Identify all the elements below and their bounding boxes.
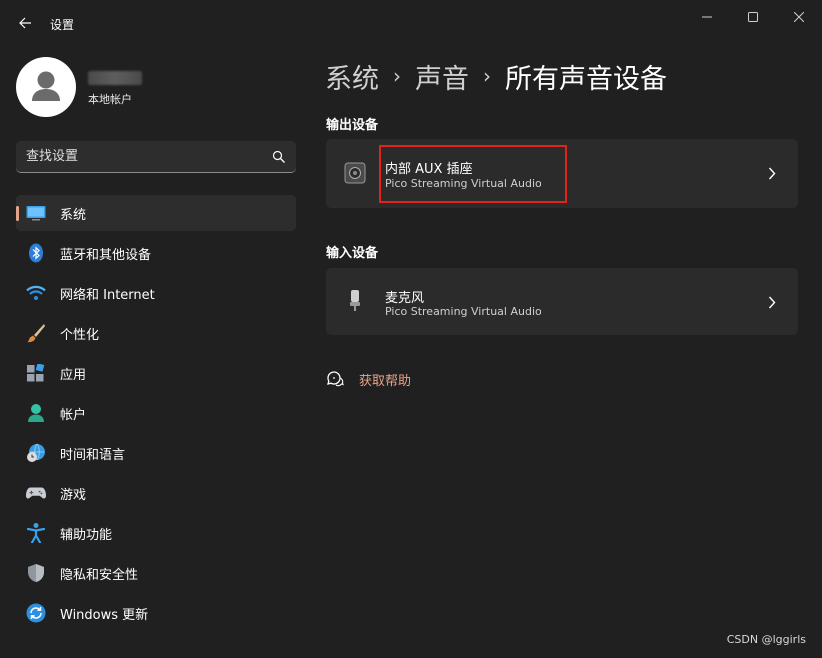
account-type: 本地帐户 [88, 93, 132, 106]
close-button[interactable] [782, 6, 816, 28]
chevron-right-icon [766, 166, 778, 180]
sidebar-item-system[interactable]: 系统 [16, 195, 296, 231]
input-section-title: 输入设备 [326, 246, 379, 261]
watermark: CSDN @lggirls [726, 633, 806, 646]
shield-icon [26, 563, 46, 583]
breadcrumb-system[interactable]: 系统 [325, 57, 379, 96]
speaker-icon [344, 162, 366, 184]
sidebar-item-label: 蓝牙和其他设备 [60, 247, 152, 263]
search-box[interactable] [16, 141, 296, 173]
bluetooth-icon [26, 243, 46, 263]
sidebar-item-time-language[interactable]: 时间和语言 [16, 435, 296, 471]
globe-clock-icon [26, 443, 46, 463]
sidebar-item-personalization[interactable]: 个性化 [16, 315, 296, 351]
sidebar-item-label: 个性化 [60, 327, 100, 343]
output-section-title: 输出设备 [326, 118, 379, 133]
sidebar-item-gaming[interactable]: 游戏 [16, 475, 296, 511]
output-device-card[interactable]: 内部 AUX 插座 Pico Streaming Virtual Audio [326, 139, 798, 208]
input-device-driver: Pico Streaming Virtual Audio [385, 305, 542, 318]
person-silhouette-icon [32, 71, 60, 101]
sidebar-item-accessibility[interactable]: 辅助功能 [16, 515, 296, 551]
input-device-name: 麦克风 [385, 291, 425, 306]
search-icon[interactable] [272, 150, 286, 164]
chevron-right-icon: › [393, 64, 401, 88]
sidebar-item-label: 隐私和安全性 [60, 567, 139, 583]
sidebar-item-windows-update[interactable]: Windows 更新 [16, 595, 296, 631]
sidebar-item-label: Windows 更新 [60, 607, 149, 623]
search-input[interactable] [26, 141, 256, 172]
back-arrow-icon [19, 17, 31, 29]
sidebar-item-label: 系统 [60, 207, 87, 223]
sidebar-item-label: 帐户 [60, 407, 87, 423]
page-title: 所有声音设备 [505, 63, 667, 95]
sidebar-item-bluetooth[interactable]: 蓝牙和其他设备 [16, 235, 296, 271]
sidebar-item-label: 辅助功能 [60, 527, 113, 543]
apps-icon [26, 363, 46, 383]
breadcrumb-sound[interactable]: 声音 [415, 57, 469, 96]
get-help-link[interactable]: 获取帮助 [359, 370, 411, 389]
sidebar-nav: 系统 蓝牙和其他设备 网络和 Internet 个性化 应用 帐户 时间和语言 … [16, 195, 296, 635]
sidebar-item-label: 时间和语言 [60, 447, 126, 463]
breadcrumb: 系统 › 声音 › 所有声音设备 [325, 57, 667, 96]
get-help[interactable]: 获取帮助 [326, 369, 411, 389]
update-icon [26, 603, 46, 623]
microphone-icon [344, 290, 366, 312]
display-icon [26, 203, 46, 223]
gamepad-icon [26, 483, 46, 503]
maximize-button[interactable] [736, 6, 770, 28]
user-name-redacted [88, 71, 142, 85]
chevron-right-icon: › [483, 64, 491, 88]
annotation-highlight-box [379, 145, 567, 203]
user-profile[interactable]: 本地帐户 [16, 57, 296, 117]
avatar [16, 57, 76, 117]
sidebar-item-label: 游戏 [60, 487, 87, 503]
sidebar-item-label: 应用 [60, 367, 87, 383]
sidebar-item-label: 网络和 Internet [60, 287, 155, 303]
input-device-card[interactable]: 麦克风 Pico Streaming Virtual Audio [326, 268, 798, 335]
chevron-right-icon [766, 295, 778, 309]
sidebar-item-network[interactable]: 网络和 Internet [16, 275, 296, 311]
close-icon [794, 12, 804, 22]
brush-icon [26, 323, 46, 343]
sidebar-item-accounts[interactable]: 帐户 [16, 395, 296, 431]
title-bar: 设置 [0, 0, 822, 48]
maximize-icon [748, 12, 758, 22]
back-button[interactable] [12, 10, 38, 36]
person-icon [26, 403, 46, 423]
active-indicator [16, 206, 19, 221]
app-title: 设置 [50, 18, 75, 32]
sidebar-item-privacy[interactable]: 隐私和安全性 [16, 555, 296, 591]
wifi-icon [26, 283, 46, 303]
help-chat-icon [326, 370, 344, 388]
sidebar-item-apps[interactable]: 应用 [16, 355, 296, 391]
minimize-button[interactable] [690, 6, 724, 28]
accessibility-icon [26, 523, 46, 543]
minimize-icon [702, 16, 712, 18]
